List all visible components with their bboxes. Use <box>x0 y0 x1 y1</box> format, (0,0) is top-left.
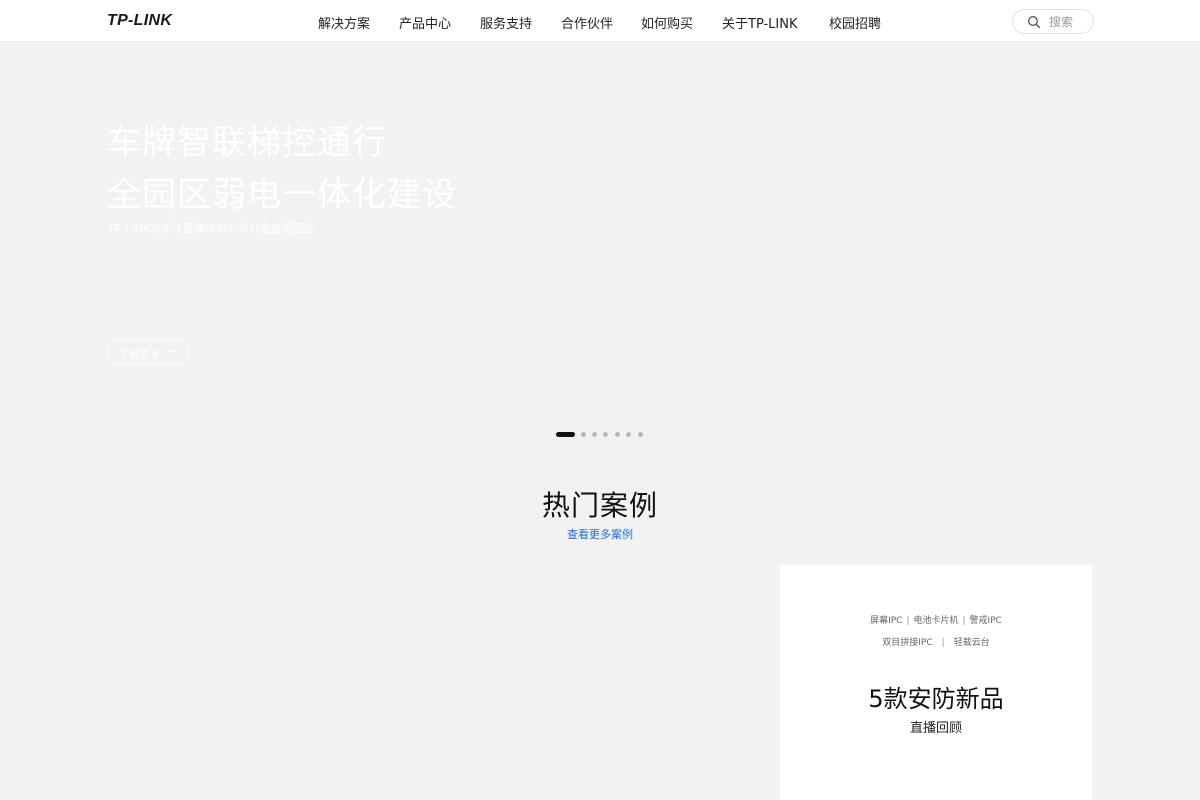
brand-logo[interactable]: TP-LINK <box>107 12 172 30</box>
search-box[interactable] <box>1012 9 1094 34</box>
search-input[interactable] <box>1049 13 1091 31</box>
card-title: 5款安防新品 <box>868 685 1004 713</box>
tag-item: 双目拼接IPC <box>882 638 933 648</box>
nav-item-how-to-buy[interactable]: 如何购买 <box>641 13 693 32</box>
top-header: TP-LINK 解决方案 产品中心 服务支持 合作伙伴 如何购买 关于TP-LI… <box>0 0 1200 42</box>
nav-item-products[interactable]: 产品中心 <box>399 13 451 32</box>
arrow-right-icon: → <box>169 345 179 358</box>
tag-item: 轻载云台 <box>953 638 990 648</box>
carousel-dot-4[interactable] <box>603 432 608 437</box>
tag-separator: | <box>962 616 966 626</box>
tag-row-1: 屏幕IPC | 电池卡片机 | 警戒IPC <box>780 613 1092 626</box>
carousel-dot-3[interactable] <box>592 432 597 437</box>
search-icon[interactable] <box>1027 15 1041 29</box>
tag-item: 警戒IPC <box>969 616 1002 626</box>
carousel-dot-1[interactable] <box>556 432 575 437</box>
tag-separator: | <box>906 616 910 626</box>
promo-card[interactable]: 屏幕IPC | 电池卡片机 | 警戒IPC 双目拼接IPC | 轻载云台 5款安防新品 直播… <box>780 565 1092 800</box>
nav-item-about[interactable]: 关于TP-LINK <box>722 13 798 32</box>
section-title: 热门案例 <box>541 489 658 522</box>
carousel-dot-2[interactable] <box>581 432 586 437</box>
hero-banner[interactable]: 车牌智联梯控通行 全园区弱电一体化建设 TP-LINK为浙江晋骐纺织公司打造智慧… <box>0 43 1200 453</box>
hero-subtitle: TP-LINK为浙江晋骐纺织公司打造智慧园区 <box>108 222 315 235</box>
carousel-dot-5[interactable] <box>615 432 620 437</box>
hero-title-line-2: 全园区弱电一体化建设 <box>107 175 457 215</box>
card-subtitle: 直播回顾 <box>909 721 962 736</box>
nav-item-solutions[interactable]: 解决方案 <box>318 13 370 32</box>
learn-more-label: 了解更多 <box>120 350 160 361</box>
nav-item-partners[interactable]: 合作伙伴 <box>561 13 613 32</box>
carousel-dot-7[interactable] <box>638 432 643 437</box>
nav-item-campus-recruit[interactable]: 校园招聘 <box>829 13 881 32</box>
tag-item: 屏幕IPC <box>870 616 903 626</box>
page: TP-LINK 解决方案 产品中心 服务支持 合作伙伴 如何购买 关于TP-LI… <box>0 0 1200 800</box>
nav-item-support[interactable]: 服务支持 <box>480 13 532 32</box>
more-cases-link[interactable]: 查看更多案例 <box>0 526 1200 542</box>
tag-row-2: 双目拼接IPC | 轻载云台 <box>780 635 1092 648</box>
tag-item: 电池卡片机 <box>913 616 959 626</box>
carousel-dot-6[interactable] <box>626 432 631 437</box>
hero-title-line-1: 车牌智联梯控通行 <box>107 123 387 163</box>
tag-separator: | <box>941 638 945 648</box>
learn-more-button[interactable]: 了解更多 → <box>107 339 189 365</box>
